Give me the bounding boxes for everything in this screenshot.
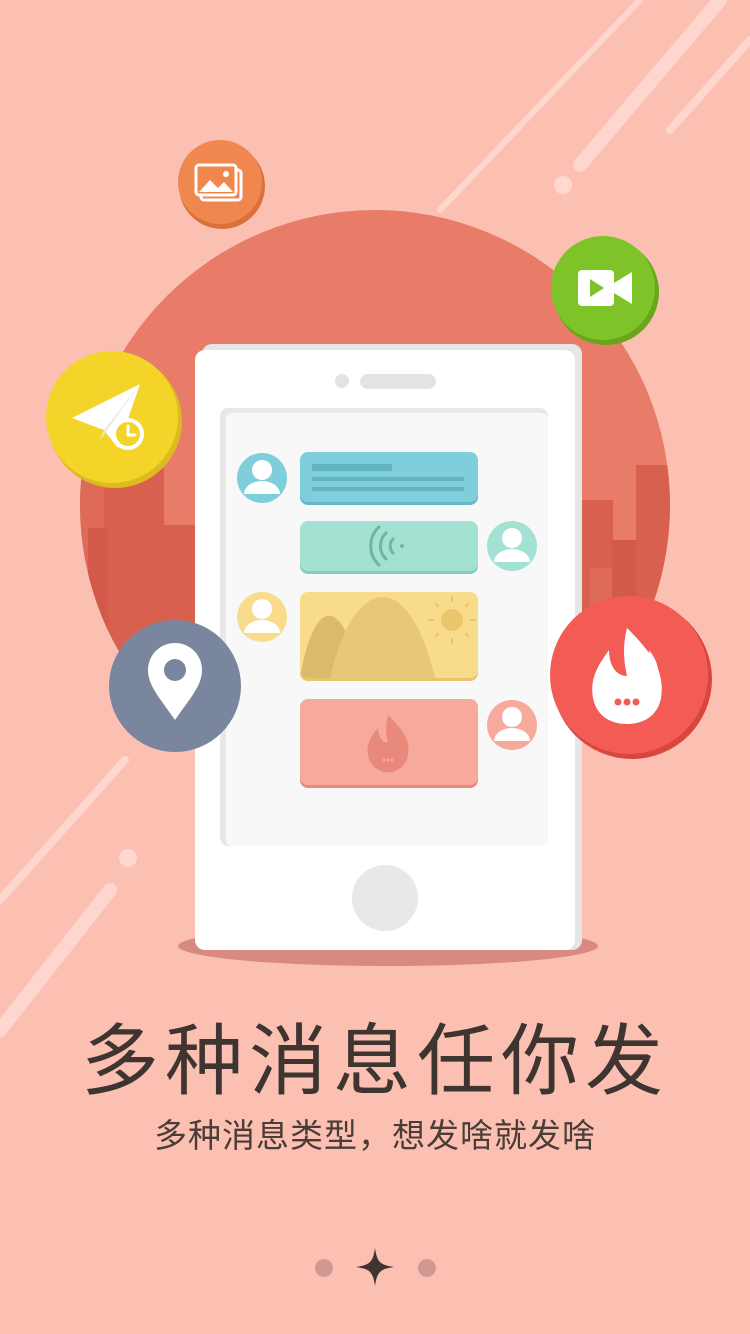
picture-message-bubble (300, 592, 478, 681)
page-dot-3[interactable] (418, 1259, 436, 1277)
decorative-dot (554, 176, 572, 194)
phone-speaker (360, 374, 436, 389)
onboarding-subline: 多种消息类型，想发啥就发啥 (154, 1116, 596, 1155)
chat-avatar (487, 700, 537, 750)
page-dot-1[interactable] (315, 1259, 333, 1277)
burn-message-bubble (300, 699, 478, 788)
phone-front-camera (335, 374, 349, 388)
location-badge (109, 620, 241, 752)
text-message-bubble (300, 452, 478, 505)
chat-avatar (237, 453, 287, 503)
page-indicator-current-star-icon[interactable] (354, 1246, 396, 1288)
image-icon (194, 163, 243, 202)
onboarding-headline: 多种消息任你发 (80, 1017, 669, 1107)
phone-home-button (352, 865, 418, 931)
voice-message-bubble (300, 521, 478, 574)
chat-avatar (237, 592, 287, 642)
decorative-dot (119, 849, 137, 867)
page-indicator (0, 1244, 750, 1292)
image-badge (178, 140, 265, 229)
chat-avatar (487, 521, 537, 571)
